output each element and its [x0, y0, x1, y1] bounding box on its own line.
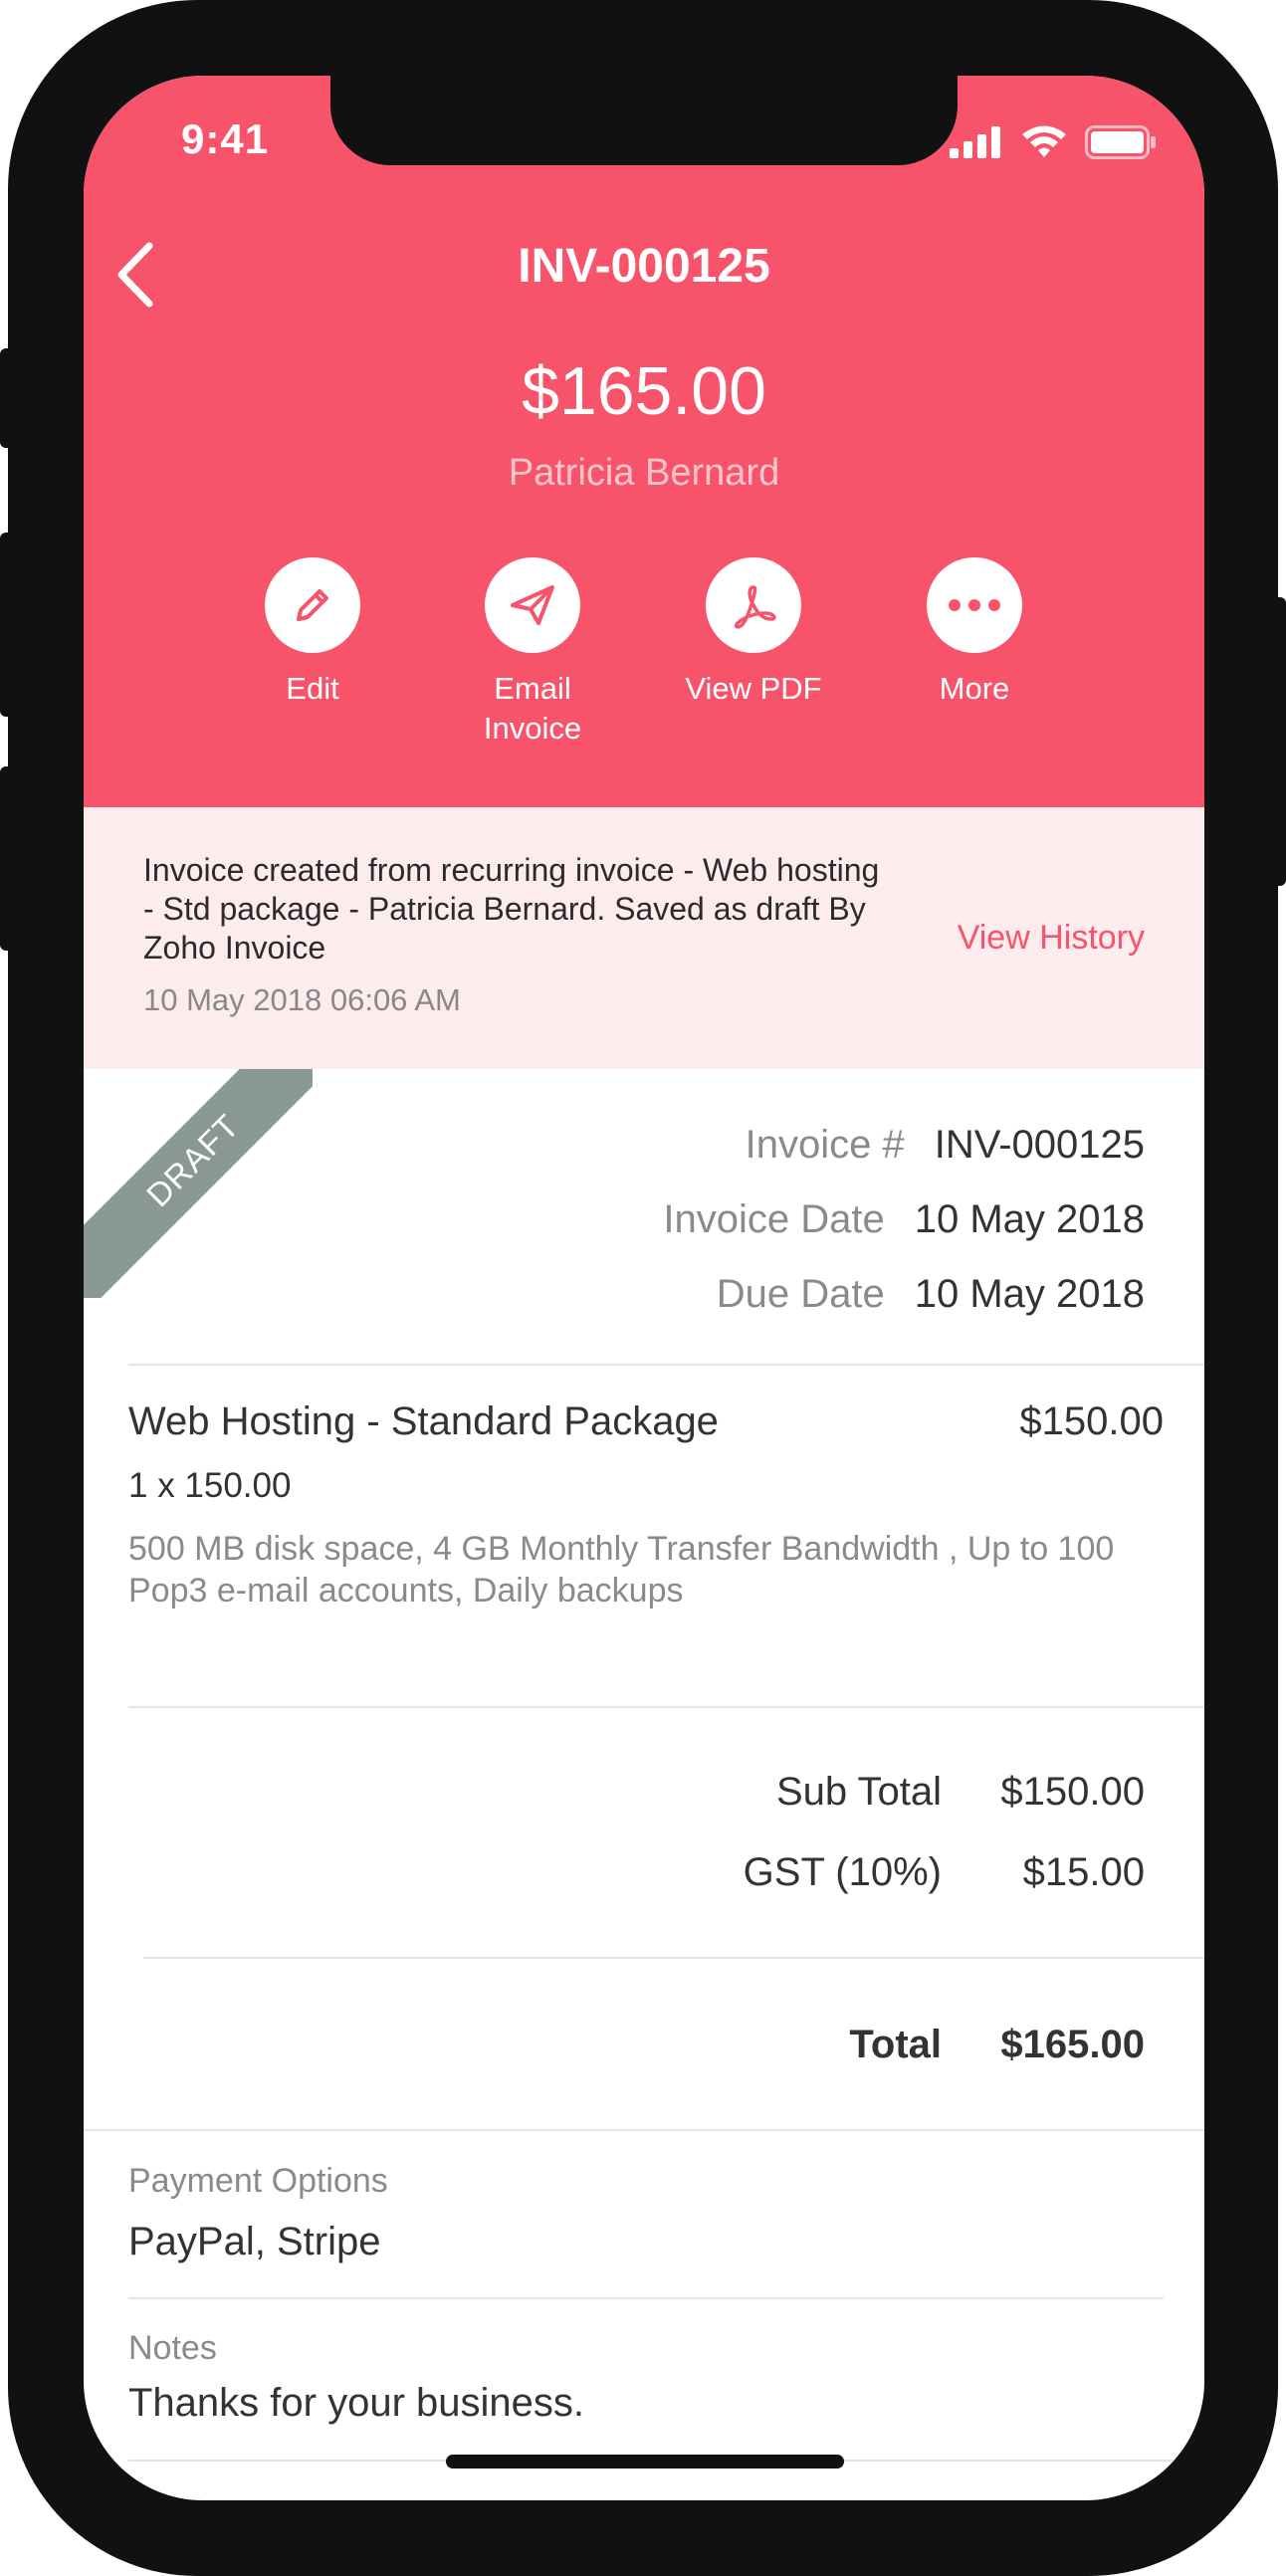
invoice-amount: $165.00 — [522, 353, 766, 429]
mute-switch — [0, 348, 14, 448]
item-quantity: 1 x 150.00 — [128, 1466, 292, 1505]
power-button — [1272, 597, 1286, 886]
invoice-date-label: Invoice Date — [663, 1196, 885, 1241]
view-history-link[interactable]: View History — [958, 919, 1145, 958]
item-amount: $150.00 — [1019, 1399, 1164, 1443]
due-date-value: 10 May 2018 — [914, 1271, 1145, 1316]
stage: 9:41 INV-000125 $165.00 Patricia Bernard… — [0, 0, 1286, 2576]
pdf-circle — [706, 557, 801, 653]
paper-plane-icon — [511, 585, 554, 625]
payment-options-value: PayPal, Stripe — [128, 2220, 381, 2263]
sub-total-label: Sub Total — [775, 1769, 942, 1814]
wifi-icon — [1021, 125, 1067, 164]
due-date-row: Due Date 10 May 2018 — [717, 1264, 1145, 1324]
sub-total-row: Sub Total $150.00 — [776, 1762, 1145, 1822]
notch — [330, 76, 958, 165]
home-indicator[interactable] — [446, 2455, 844, 2469]
total-value: $165.00 — [1000, 2022, 1145, 2066]
battery-icon — [1085, 125, 1157, 164]
item-name: Web Hosting - Standard Package — [128, 1399, 719, 1443]
screen: 9:41 INV-000125 $165.00 Patricia Bernard… — [84, 76, 1204, 2500]
divider — [84, 2129, 1204, 2131]
invoice-title: INV-000125 — [518, 240, 770, 293]
customer-name: Patricia Bernard — [508, 452, 780, 494]
payment-options-label: Payment Options — [128, 2162, 388, 2200]
notes-value: Thanks for your business. — [128, 2381, 584, 2425]
pencil-icon — [297, 589, 328, 621]
volume-down-button — [0, 766, 14, 951]
due-date-label: Due Date — [716, 1271, 885, 1316]
email-invoice-button[interactable]: Email Invoice — [433, 557, 632, 749]
more-circle — [927, 557, 1022, 653]
status-icons — [950, 125, 1157, 164]
edit-circle — [265, 557, 360, 653]
divider — [143, 1957, 1204, 1959]
sub-total-value: $150.00 — [1000, 1769, 1145, 1814]
view-pdf-label: View PDF — [685, 671, 822, 706]
more-button[interactable]: More — [875, 557, 1074, 709]
volume-up-button — [0, 533, 14, 717]
divider — [128, 1364, 1204, 1366]
divider — [128, 2297, 1164, 2299]
email-circle — [485, 557, 580, 653]
pdf-icon — [734, 585, 776, 629]
invoice-date-value: 10 May 2018 — [914, 1196, 1145, 1241]
total-label: Total — [849, 2022, 942, 2066]
view-pdf-button[interactable]: View PDF — [654, 557, 853, 709]
invoice-number-value: INV-000125 — [934, 1122, 1145, 1167]
history-timestamp: 10 May 2018 06:06 AM — [143, 982, 461, 1017]
email-invoice-label: Email Invoice — [483, 671, 582, 746]
edit-button[interactable]: Edit — [213, 557, 412, 709]
invoice-date-row: Invoice Date 10 May 2018 — [663, 1189, 1145, 1249]
invoice-number-row: Invoice # INV-000125 — [746, 1115, 1145, 1175]
more-label: More — [939, 671, 1010, 706]
line-item[interactable]: Web Hosting - Standard Package $150.00 1… — [128, 1399, 1164, 1611]
draft-ribbon-wrap: DRAFT — [84, 1069, 313, 1298]
tax-label: GST (10%) — [743, 1849, 942, 1894]
tax-row: GST (10%) $15.00 — [744, 1842, 1145, 1902]
invoice-header: 9:41 INV-000125 $165.00 Patricia Bernard… — [84, 76, 1204, 807]
action-bar: Edit Email Invoice View PDF More — [84, 557, 1204, 756]
draft-ribbon: DRAFT — [84, 1069, 313, 1298]
more-dots-icon — [949, 599, 1000, 611]
status-time: 9:41 — [181, 115, 270, 162]
history-message: Invoice created from recurring invoice -… — [143, 852, 880, 966]
edit-label: Edit — [286, 671, 339, 706]
signal-icon — [950, 126, 1003, 163]
total-row: Total $165.00 — [849, 2015, 1145, 2074]
notes-label: Notes — [128, 2329, 217, 2367]
tax-value: $15.00 — [1022, 1849, 1145, 1894]
divider — [128, 1706, 1204, 1708]
invoice-details: DRAFT Invoice # INV-000125 Invoice Date … — [84, 1069, 1204, 1368]
item-description: 500 MB disk space, 4 GB Monthly Transfer… — [128, 1530, 1115, 1610]
history-banner: Invoice created from recurring invoice -… — [84, 807, 1204, 1069]
invoice-number-label: Invoice # — [745, 1122, 905, 1167]
